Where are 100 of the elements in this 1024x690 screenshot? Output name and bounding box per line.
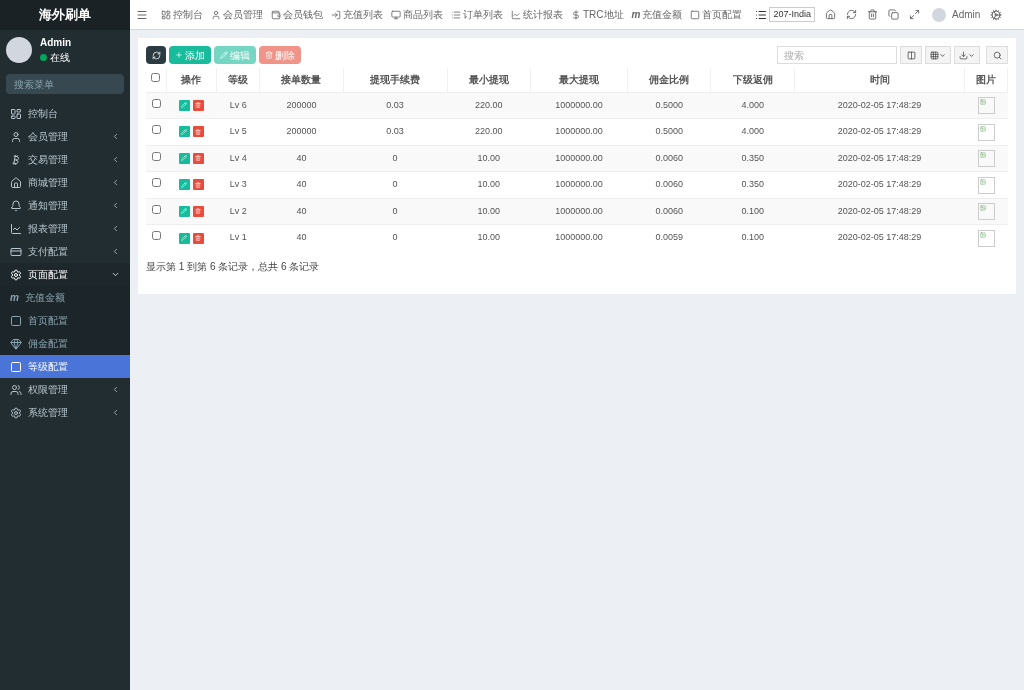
chart-icon — [10, 222, 22, 235]
copy-icon[interactable] — [888, 9, 899, 20]
table-cell: 10.00 — [447, 198, 531, 225]
sidebar-item[interactable]: 通知管理 — [0, 194, 130, 217]
menu-icon[interactable] — [136, 8, 148, 21]
table-cell: 40 — [259, 171, 344, 198]
user-icon — [211, 9, 221, 20]
grid-dropdown-button[interactable] — [925, 46, 951, 64]
row-checkbox[interactable] — [151, 151, 161, 161]
top-nav-link[interactable]: TRC地址 — [568, 7, 627, 22]
trash-icon[interactable] — [867, 9, 878, 20]
chevron-left-icon — [111, 385, 120, 394]
site-select[interactable]: 207-India — [769, 6, 815, 23]
top-nav-link[interactable]: m 充值金额 — [628, 7, 686, 22]
caret-icon — [939, 51, 946, 59]
sidebar-item[interactable]: 控制台 — [0, 102, 130, 125]
sidebar-subitem[interactable]: 等级配置 — [0, 355, 130, 378]
table-cell: 2020-02-05 17:48:29 — [794, 92, 965, 119]
delete-row-button[interactable] — [192, 126, 204, 138]
table-cell: Lv 3 — [216, 171, 260, 198]
edit-row-button[interactable] — [178, 205, 190, 217]
sidebar-item[interactable]: 页面配置 — [0, 263, 130, 286]
top-nav-link[interactable]: 首页配置 — [687, 7, 746, 22]
sidebar-item[interactable]: 权限管理 — [0, 378, 130, 401]
delete-row-button[interactable] — [192, 99, 204, 111]
broken-image-icon — [977, 203, 995, 221]
search-button[interactable] — [986, 46, 1008, 64]
row-checkbox[interactable] — [151, 98, 161, 108]
delete-row-button[interactable] — [192, 179, 204, 191]
delete-row-button[interactable] — [192, 152, 204, 164]
table-cell: 2020-02-05 17:48:29 — [794, 224, 965, 251]
sidebar-item[interactable]: 会员管理 — [0, 125, 130, 148]
trash-icon — [195, 181, 202, 188]
table-cell: 220.00 — [447, 92, 531, 119]
edit-row-button[interactable] — [178, 179, 190, 191]
user-icon — [10, 130, 22, 143]
coin-icon — [10, 153, 22, 166]
top-nav-link[interactable]: 充值列表 — [328, 7, 386, 22]
top-nav-link[interactable]: 控制台 — [158, 7, 206, 22]
row-checkbox[interactable] — [151, 125, 161, 134]
header-user-name[interactable]: Admin — [952, 7, 981, 22]
row-checkbox[interactable] — [151, 204, 161, 214]
sidebar-subitem[interactable]: 佣金配置 — [0, 332, 130, 355]
pencil-icon — [181, 128, 188, 135]
sidebar-subitem[interactable]: m 充值金额 — [0, 286, 130, 309]
gear-icon — [10, 268, 22, 281]
card-icon — [10, 245, 22, 258]
table-cell: 1000000.00 — [530, 92, 628, 119]
sidebar-item[interactable]: 商城管理 — [0, 171, 130, 194]
pencil-icon — [181, 102, 188, 109]
row-checkbox[interactable] — [151, 231, 161, 241]
chevron-left-icon — [111, 247, 120, 256]
table-cell: 2020-02-05 17:48:29 — [794, 145, 965, 172]
square-icon — [10, 360, 22, 373]
top-nav-link[interactable]: 商品列表 — [388, 7, 446, 22]
fullscreen-icon[interactable] — [909, 9, 920, 20]
chevron-left-icon — [111, 132, 120, 141]
sidebar-subitem[interactable]: 首页配置 — [0, 309, 130, 332]
table-cell: 0.03 — [343, 118, 448, 145]
trash-icon — [265, 51, 273, 59]
select-all-checkbox[interactable] — [151, 73, 161, 82]
top-nav-link[interactable]: 订单列表 — [448, 7, 506, 22]
broken-image-icon — [977, 123, 995, 141]
delete-row-button[interactable] — [192, 205, 204, 217]
trash-icon — [195, 155, 202, 162]
refresh-button[interactable] — [146, 46, 166, 64]
columns-button[interactable] — [900, 46, 922, 64]
gear-icon — [10, 406, 22, 419]
edit-row-button[interactable] — [178, 99, 190, 111]
top-nav-link[interactable]: 会员管理 — [208, 7, 266, 22]
top-nav-link[interactable]: 统计报表 — [508, 7, 566, 22]
list-icon[interactable] — [755, 8, 768, 21]
table-cell: 0.0060 — [627, 171, 711, 198]
edit-row-button[interactable] — [178, 126, 190, 138]
menu-search-field[interactable]: 搜索菜单 — [6, 74, 124, 94]
edit-row-button[interactable] — [178, 152, 190, 164]
edit-row-button[interactable] — [178, 232, 190, 244]
export-dropdown-button[interactable] — [954, 46, 980, 64]
delete-row-button[interactable] — [192, 232, 204, 244]
sidebar-item[interactable]: 交易管理 — [0, 148, 130, 171]
settings-icon[interactable] — [990, 8, 1003, 21]
search-field[interactable]: 搜索 — [777, 46, 897, 64]
pencil-icon — [220, 51, 228, 59]
sidebar-item[interactable]: 支付配置 — [0, 240, 130, 263]
trash-icon — [195, 235, 202, 241]
table-cell: Lv 4 — [216, 145, 260, 172]
table-cell: 0.100 — [710, 224, 795, 251]
table-cell: 0.03 — [343, 92, 448, 119]
download-icon — [959, 50, 968, 60]
sidebar-item[interactable]: 报表管理 — [0, 217, 130, 240]
table-cell: 40 — [259, 198, 344, 225]
table-cell: 0 — [343, 198, 448, 225]
refresh-icon[interactable] — [846, 9, 857, 20]
top-nav-link[interactable]: 会员钱包 — [268, 7, 326, 22]
row-checkbox[interactable] — [151, 178, 161, 187]
brand-title: 海外刷单 — [39, 6, 91, 25]
trash-icon — [195, 128, 202, 135]
sidebar-item[interactable]: 系统管理 — [0, 401, 130, 424]
home-icon[interactable] — [825, 9, 836, 20]
pencil-icon — [181, 155, 188, 162]
